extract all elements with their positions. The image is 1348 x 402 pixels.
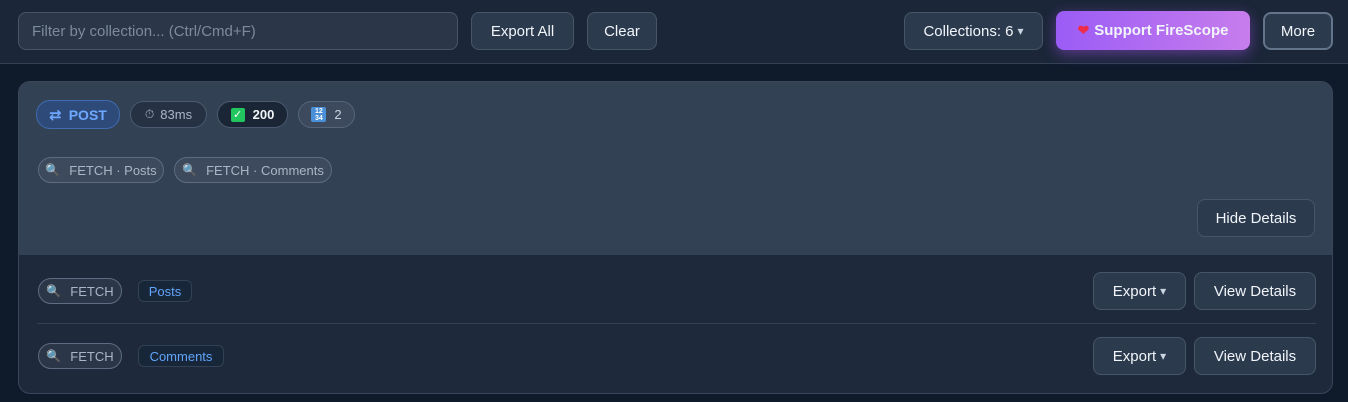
check-mark-icon: ✓	[230, 107, 245, 122]
request-card-header: ⇄ POST ⏱ 83ms ✓ 200 12 34 2 🔍 FETCH · Pos…	[19, 82, 1332, 255]
export-all-label: Export All	[490, 22, 555, 40]
more-label: More	[1280, 22, 1316, 40]
support-button[interactable]: ❤ Support FireScope	[1056, 11, 1250, 50]
collection-link-comments[interactable]: Comments	[138, 345, 224, 367]
count-label: 2	[334, 107, 342, 122]
operation-type-label: FETCH	[70, 348, 114, 364]
operation-type-pill: 🔍 FETCH	[38, 343, 122, 369]
magnifier-icon: 🔍	[45, 163, 61, 177]
export-dropdown-button[interactable]: Export ▾	[1093, 337, 1186, 375]
collection-link-posts[interactable]: Posts	[138, 280, 192, 302]
chevron-down-icon: ▾	[1160, 284, 1167, 298]
more-button[interactable]: More	[1263, 12, 1333, 50]
method-label: POST	[68, 106, 107, 123]
hide-details-button[interactable]: Hide Details	[1197, 199, 1315, 237]
chevron-down-icon: ▾	[1017, 24, 1024, 38]
request-card: ⇄ POST ⏱ 83ms ✓ 200 12 34 2 🔍 FETCH · Pos…	[18, 81, 1333, 394]
clear-button[interactable]: Clear	[587, 12, 657, 50]
export-label: Export	[1112, 347, 1157, 365]
operation-tag-label: FETCH · Comments	[206, 162, 324, 178]
collections-label: Collections: 6	[923, 22, 1014, 40]
hide-details-label: Hide Details	[1215, 209, 1297, 227]
view-details-button[interactable]: View Details	[1194, 337, 1316, 375]
view-details-button[interactable]: View Details	[1194, 272, 1316, 310]
magnifier-icon: 🔍	[182, 163, 198, 177]
export-label: Export	[1112, 282, 1157, 300]
status-badge: ✓ 200	[217, 101, 288, 128]
export-dropdown-button[interactable]: Export ▾	[1093, 272, 1186, 310]
operation-tag-posts: 🔍 FETCH · Posts	[38, 157, 164, 183]
heart-icon: ❤	[1077, 22, 1090, 38]
method-badge: ⇄ POST	[36, 100, 120, 129]
status-label: 200	[252, 107, 275, 122]
duration-label: 83ms	[160, 107, 193, 122]
swap-arrows-icon: ⇄	[49, 106, 62, 124]
operation-row: 🔍 FETCH Comments Export ▾ View Details	[19, 325, 1332, 389]
toolbar: Export All Clear Collections: 6 ▾ ❤ Supp…	[0, 0, 1348, 64]
magnifier-icon: 🔍	[46, 349, 62, 363]
view-details-label: View Details	[1213, 282, 1297, 300]
collections-dropdown[interactable]: Collections: 6 ▾	[904, 12, 1043, 50]
operation-type-label: FETCH	[70, 283, 114, 299]
operation-type-pill: 🔍 FETCH	[38, 278, 122, 304]
view-details-label: View Details	[1213, 347, 1297, 365]
clear-label: Clear	[604, 22, 640, 40]
operation-row: 🔍 FETCH Posts Export ▾ View Details	[19, 260, 1332, 324]
export-all-button[interactable]: Export All	[471, 12, 574, 50]
chevron-down-icon: ▾	[1160, 349, 1167, 363]
count-badge: 12 34 2	[298, 101, 355, 128]
filter-input[interactable]	[18, 12, 458, 50]
operation-tag-label: FETCH · Posts	[69, 162, 157, 178]
duration-badge: ⏱ 83ms	[130, 101, 207, 128]
stopwatch-icon: ⏱	[144, 107, 155, 121]
row-divider	[37, 323, 1316, 324]
support-label: Support FireScope	[1094, 22, 1229, 39]
operation-tag-comments: 🔍 FETCH · Comments	[174, 157, 332, 183]
numbers-icon: 12 34	[311, 107, 327, 122]
magnifier-icon: 🔍	[46, 284, 62, 298]
